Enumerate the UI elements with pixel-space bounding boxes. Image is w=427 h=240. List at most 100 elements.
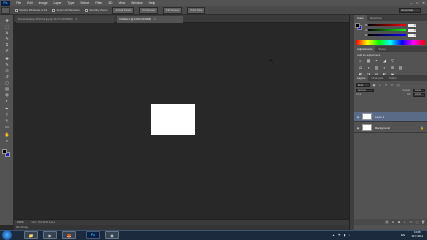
visibility-eye-icon[interactable]: ◉: [354, 126, 362, 130]
menu-type[interactable]: Type: [67, 1, 74, 5]
action-center-icon[interactable]: ⚑: [338, 233, 341, 237]
photoshop-taskbar-icon[interactable]: Ps: [86, 231, 100, 239]
close-tab-icon[interactable]: ×: [154, 18, 156, 21]
dodge-icon[interactable]: ◐: [3, 99, 11, 103]
visibility-eye-icon[interactable]: ◉: [354, 115, 362, 119]
layer-row-background[interactable]: ◉ Background 🔒: [354, 123, 427, 133]
menu-file[interactable]: File: [16, 1, 21, 5]
type-icon[interactable]: T: [3, 113, 11, 117]
color-lookup-icon[interactable]: ▨: [398, 65, 403, 70]
document-tab[interactable]: sfondi-desktop-2014-hd.jpg @ 16.7% (RGB/…: [16, 16, 114, 23]
slider-value[interactable]: 0: [408, 23, 416, 27]
foreground-color-swatch[interactable]: [2, 149, 7, 154]
menu-select[interactable]: Select: [80, 1, 89, 5]
pen-icon[interactable]: ✒: [3, 107, 11, 111]
file-explorer-icon[interactable]: 📁: [24, 231, 38, 239]
taskbar-clock[interactable]: 13:08 30.7.2014: [411, 230, 423, 240]
workspace-select[interactable]: Essentials: [399, 8, 421, 13]
show-hidden-icons-icon[interactable]: ▲: [332, 233, 335, 237]
menu-help[interactable]: Help: [149, 1, 156, 5]
tab-swatches[interactable]: Swatches: [367, 15, 385, 21]
new-layer-icon[interactable]: ▢: [415, 220, 419, 224]
clone-stamp-icon[interactable]: ⊙: [3, 69, 11, 73]
menu-image[interactable]: Image: [39, 1, 48, 5]
photo-filter-icon[interactable]: ◐: [382, 65, 387, 70]
pixel-filter-icon[interactable]: ▣: [372, 83, 376, 87]
layer-mask-icon[interactable]: ◙: [397, 220, 401, 224]
zoom-level[interactable]: 100%: [17, 221, 24, 224]
green-slider[interactable]: G 0: [365, 28, 423, 32]
close-tab-icon[interactable]: ×: [76, 18, 78, 21]
layer-style-icon[interactable]: fx: [391, 220, 395, 224]
slider-value[interactable]: 0: [408, 33, 416, 37]
layer-name[interactable]: Layer 1: [375, 115, 384, 119]
marquee-icon[interactable]: ⬚: [3, 25, 11, 29]
volume-icon[interactable]: ♪: [348, 233, 350, 237]
color-panel-foreground-swatch[interactable]: [355, 23, 360, 28]
start-button[interactable]: [2, 230, 12, 240]
blue-slider[interactable]: B 0: [365, 33, 423, 37]
brightness-icon[interactable]: ☼: [358, 58, 363, 63]
kind-select[interactable]: Kind: [356, 82, 370, 87]
brush-icon[interactable]: ✎: [3, 63, 11, 67]
history-brush-icon[interactable]: ↺: [3, 75, 11, 79]
slider-track[interactable]: [368, 24, 406, 26]
slider-value[interactable]: 0: [408, 28, 416, 32]
language-indicator[interactable]: EN: [401, 230, 405, 240]
menu-3d[interactable]: 3D: [108, 1, 112, 5]
gradient-icon[interactable]: ▤: [3, 87, 11, 91]
minimize-button[interactable]: –: [410, 1, 412, 5]
vibrance-icon[interactable]: ▽: [390, 58, 395, 63]
layer-name[interactable]: Background: [375, 126, 390, 130]
levels-icon[interactable]: ▦: [366, 58, 371, 63]
menu-filter[interactable]: Filter: [95, 1, 102, 5]
path-select-icon[interactable]: ↖: [3, 119, 11, 123]
menu-window[interactable]: Window: [131, 1, 142, 5]
slider-track[interactable]: [368, 29, 406, 31]
red-slider[interactable]: R 0: [365, 23, 423, 27]
color-spectrum[interactable]: [356, 40, 425, 45]
resize-windows-checkbox[interactable]: Resize Windows to Fit: [15, 8, 47, 12]
crop-icon[interactable]: ⌗: [3, 43, 11, 47]
canvas-area[interactable]: ↖: [14, 23, 349, 219]
actual-pixels-button[interactable]: Actual Pixels: [112, 6, 135, 14]
layer-row-layer-1[interactable]: ◉ Layer 1: [354, 112, 427, 122]
curves-icon[interactable]: ◓: [374, 58, 379, 63]
document-canvas[interactable]: [151, 104, 195, 135]
new-adjustment-icon[interactable]: ◐: [403, 220, 407, 224]
type-filter-icon[interactable]: T: [384, 83, 388, 87]
maximize-button[interactable]: □: [416, 1, 418, 5]
zoom-icon[interactable]: ⌕: [3, 139, 11, 143]
shape-icon[interactable]: ▭: [3, 125, 11, 129]
link-layers-icon[interactable]: ⛓: [385, 220, 389, 224]
slider-track[interactable]: [368, 34, 406, 36]
blur-icon[interactable]: ◍: [3, 93, 11, 97]
close-button[interactable]: ✕: [422, 1, 425, 5]
quick-select-icon[interactable]: ✎: [3, 37, 11, 41]
menu-view[interactable]: View: [118, 1, 125, 5]
new-group-icon[interactable]: ▭: [409, 220, 413, 224]
channel-mixer-icon[interactable]: ⊞: [390, 65, 395, 70]
hue-saturation-icon[interactable]: ◑: [366, 65, 371, 70]
media-player-icon[interactable]: ▶: [43, 231, 57, 239]
tab-layers[interactable]: Layers: [354, 75, 369, 81]
lasso-icon[interactable]: ꝺ: [3, 31, 11, 35]
fit-screen-button[interactable]: Fit Screen: [139, 6, 159, 14]
firefox-icon[interactable]: 🦊: [62, 231, 76, 239]
blend-mode-select[interactable]: Normal: [356, 88, 374, 92]
fill-screen-button[interactable]: Fill Screen: [163, 6, 183, 14]
move-icon[interactable]: ✥: [3, 19, 11, 23]
zoom-all-windows-checkbox[interactable]: Zoom All Windows: [52, 8, 80, 12]
hand-icon[interactable]: ✋: [3, 133, 11, 137]
fill-field[interactable]: 100%: [413, 93, 425, 97]
tool-preset-picker[interactable]: [1, 6, 10, 14]
color-balance-icon[interactable]: ⚖: [358, 65, 363, 70]
healing-icon[interactable]: ✚: [3, 57, 11, 61]
smart-object-filter-icon[interactable]: ◫: [396, 83, 400, 87]
chrome-icon[interactable]: ◉: [105, 231, 119, 239]
tab-adjustments[interactable]: Adjustments: [354, 46, 376, 52]
shape-filter-icon[interactable]: ▭: [390, 83, 394, 87]
menu-edit[interactable]: Edit: [27, 1, 33, 5]
exposure-icon[interactable]: ◢: [382, 58, 387, 63]
tab-color[interactable]: Color: [354, 15, 367, 21]
